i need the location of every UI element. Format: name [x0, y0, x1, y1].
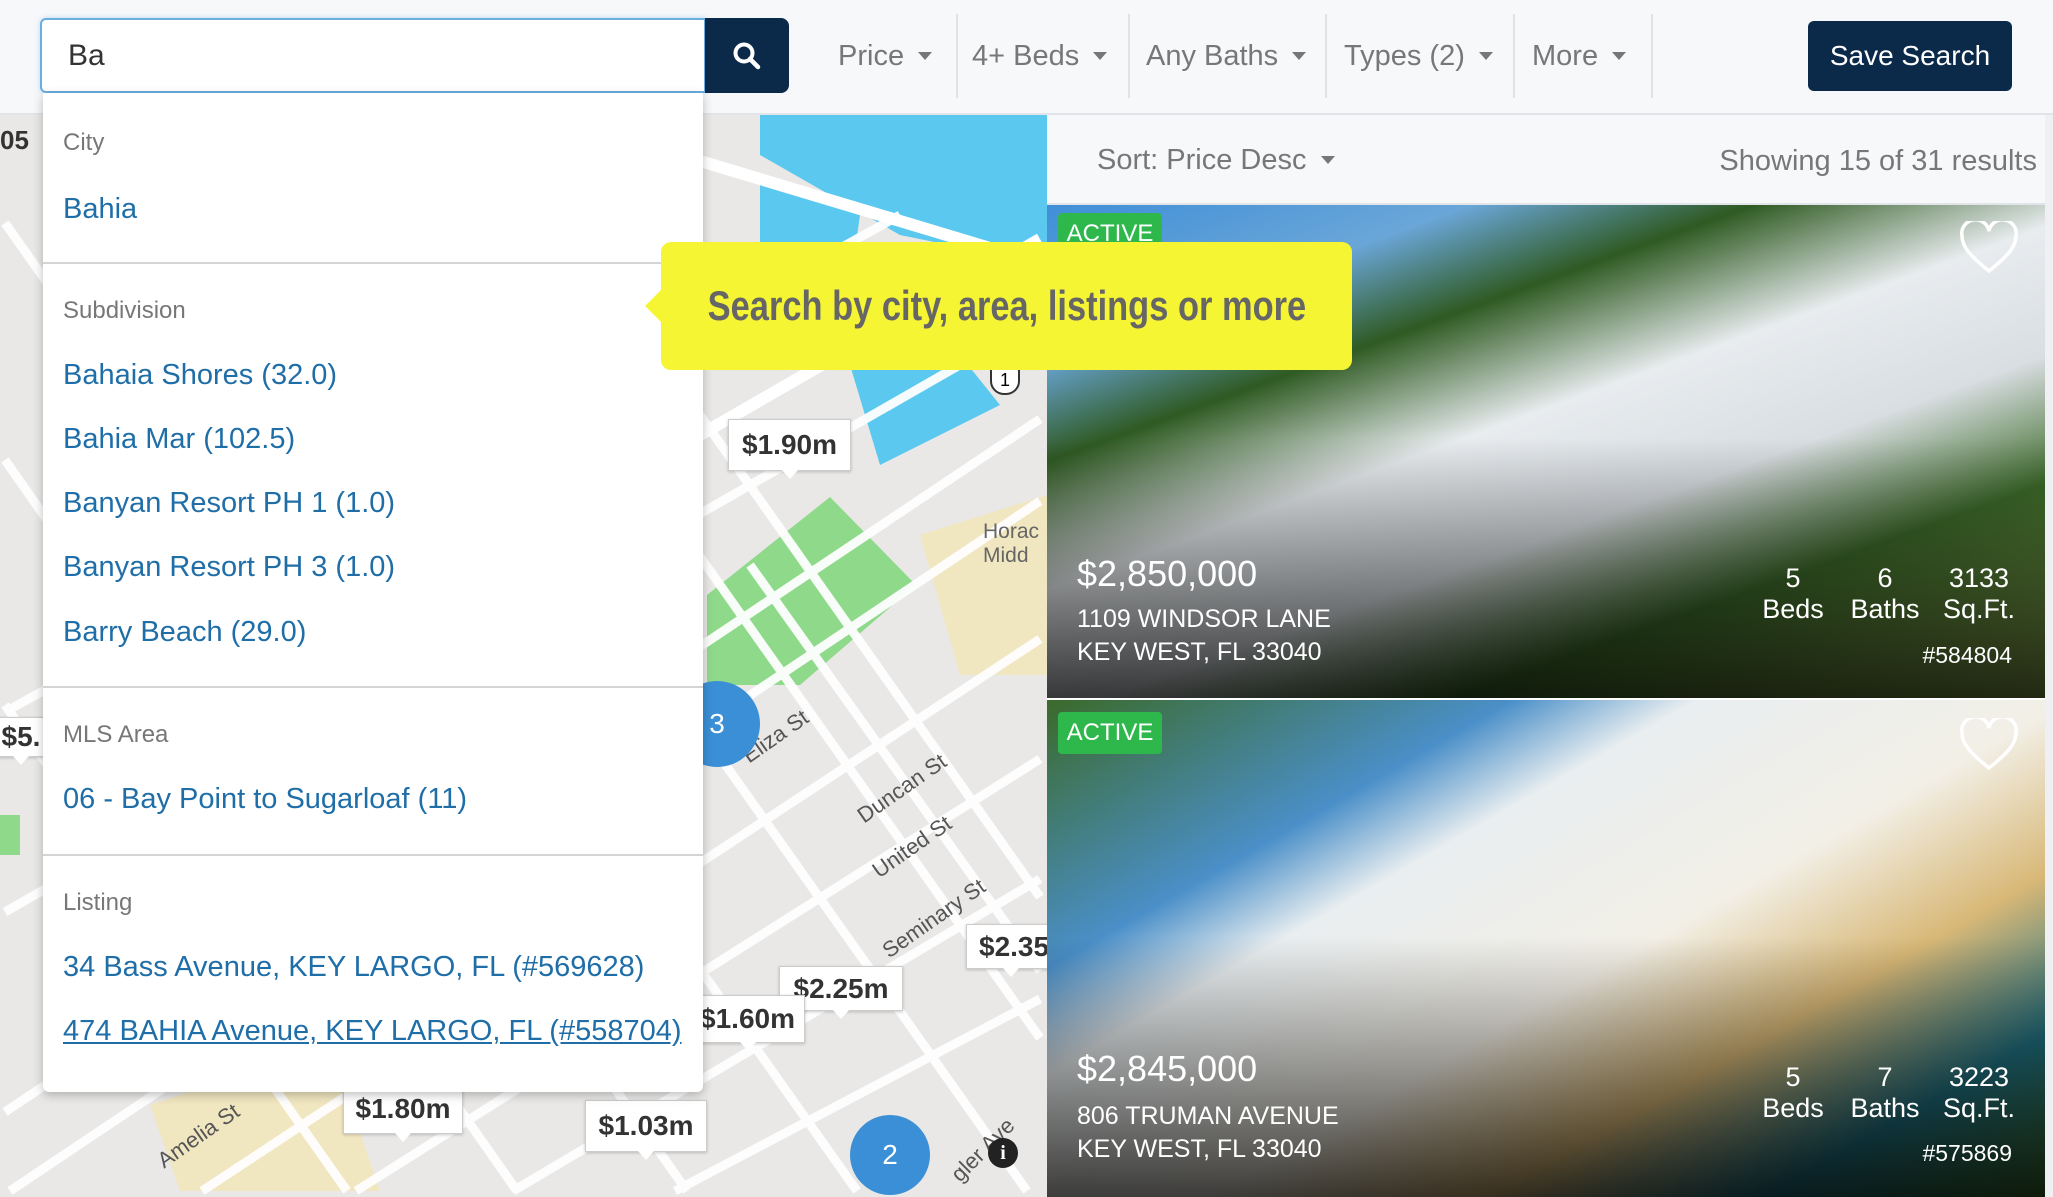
- listing-card[interactable]: ACTIVE $2,845,000 806 TRUMAN AVENUE KEY …: [1047, 700, 2045, 1197]
- listing-price: $2,845,000: [1077, 1048, 1258, 1089]
- sort-dropdown[interactable]: Sort: Price Desc: [1097, 132, 1335, 188]
- suggestion-subdivision[interactable]: Barry Beach (29.0): [63, 616, 306, 649]
- suggestion-listing-hovered[interactable]: 474 BAHIA Avenue, KEY LARGO, FL (#558704…: [63, 1015, 682, 1048]
- baths-label: Baths: [1850, 1093, 1920, 1123]
- section-header-listing: Listing: [63, 889, 133, 916]
- mls-number: #575869: [1922, 1140, 2012, 1166]
- filter-label: Price: [838, 39, 905, 72]
- save-search-button[interactable]: Save Search: [1808, 21, 2012, 91]
- baths-value: 6: [1877, 563, 1893, 593]
- caret-down-icon: [1292, 52, 1307, 60]
- beds-label: Beds: [1762, 594, 1824, 624]
- beds-stat: 5 Beds: [1748, 1062, 1838, 1124]
- listing-city: KEY WEST, FL 33040: [1077, 638, 1322, 666]
- beds-value: 5: [1785, 1062, 1801, 1092]
- suggestion-subdivision[interactable]: Bahia Mar (102.5): [63, 423, 295, 456]
- heart-icon[interactable]: [1959, 221, 2019, 275]
- baths-label: Baths: [1850, 594, 1920, 624]
- search-button[interactable]: [705, 18, 789, 93]
- search-hint-tooltip: Search by city, area, listings or more: [645, 242, 1352, 370]
- mls-number: #584804: [1922, 642, 2012, 668]
- section-header-city: City: [63, 129, 105, 156]
- filter-label: Types (2): [1344, 39, 1465, 72]
- search-suggestions-dropdown: City Bahia Subdivision Bahaia Shores (32…: [43, 93, 703, 1092]
- sqft-stat: 3133 Sq.Ft.: [1934, 563, 2024, 625]
- section-header-mls-area: MLS Area: [63, 721, 169, 748]
- caret-down-icon: [1612, 52, 1627, 60]
- status-badge: ACTIVE: [1058, 712, 1162, 754]
- divider: [1651, 14, 1653, 98]
- filter-label: More: [1532, 39, 1599, 72]
- sqft-stat: 3223 Sq.Ft.: [1934, 1062, 2024, 1124]
- price-marker[interactable]: $1.03m: [585, 1100, 707, 1160]
- section-header-subdivision: Subdivision: [63, 297, 186, 324]
- divider: [956, 14, 958, 98]
- divider: [43, 854, 703, 856]
- sqft-label: Sq.Ft.: [1942, 594, 2016, 624]
- baths-stat: 7 Baths: [1840, 1062, 1930, 1124]
- filter-label: Any Baths: [1146, 39, 1279, 72]
- baths-value: 7: [1877, 1062, 1893, 1092]
- map-label: 05: [0, 125, 29, 155]
- landmark-line: Midd: [983, 544, 1029, 567]
- scrollbar[interactable]: [2045, 115, 2053, 1197]
- sqft-value: 3133: [1948, 563, 2010, 593]
- divider: [1128, 14, 1130, 98]
- suggestion-subdivision[interactable]: Bahaia Shores (32.0): [63, 359, 337, 392]
- cluster-marker[interactable]: 2: [850, 1115, 930, 1195]
- results-count: Showing 15 of 31 results: [1719, 145, 2037, 177]
- divider: [43, 262, 703, 264]
- caret-down-icon: [1478, 52, 1493, 60]
- filter-label: 4+ Beds: [972, 39, 1080, 72]
- map-label-landmark: Horac Midd: [983, 520, 1039, 568]
- search-field[interactable]: [40, 18, 706, 93]
- sqft-value: 3223: [1948, 1062, 2010, 1092]
- suggestion-subdivision[interactable]: Banyan Resort PH 3 (1.0): [63, 551, 395, 584]
- filter-baths[interactable]: Any Baths: [1146, 28, 1307, 84]
- listing-address: 806 TRUMAN AVENUE: [1077, 1102, 1339, 1130]
- beds-stat: 5 Beds: [1748, 563, 1838, 625]
- filter-more[interactable]: More: [1532, 28, 1627, 84]
- divider: [1325, 14, 1327, 98]
- info-icon[interactable]: i: [988, 1138, 1018, 1168]
- tooltip-text: Search by city, area, listings or more: [707, 282, 1306, 329]
- listing-price: $2,850,000: [1077, 553, 1258, 594]
- results-bar: Sort: Price Desc Showing 15 of 31 result…: [1047, 115, 2045, 205]
- filter-beds[interactable]: 4+ Beds: [972, 28, 1108, 84]
- filter-types[interactable]: Types (2): [1344, 28, 1493, 84]
- price-marker[interactable]: $1.90m: [728, 419, 851, 479]
- sqft-label: Sq.Ft.: [1942, 1093, 2016, 1123]
- caret-down-icon: [1320, 156, 1335, 164]
- beds-label: Beds: [1762, 1093, 1824, 1123]
- suggestion-subdivision[interactable]: Banyan Resort PH 1 (1.0): [63, 487, 395, 520]
- price-marker[interactable]: $1.60m: [690, 995, 805, 1051]
- caret-down-icon: [1093, 52, 1108, 60]
- suggestion-mls-area[interactable]: 06 - Bay Point to Sugarloaf (11): [63, 783, 467, 816]
- suggestion-listing[interactable]: 34 Bass Avenue, KEY LARGO, FL (#569628): [63, 951, 644, 984]
- landmark-line: Horac: [983, 520, 1040, 543]
- price-marker[interactable]: $5.: [0, 717, 46, 765]
- suggestion-city[interactable]: Bahia: [63, 193, 137, 226]
- divider: [1513, 14, 1515, 98]
- sort-label: Sort: Price Desc: [1097, 143, 1307, 176]
- heart-icon[interactable]: [1959, 718, 2019, 772]
- baths-stat: 6 Baths: [1840, 563, 1930, 625]
- search-icon: [733, 42, 761, 69]
- beds-value: 5: [1785, 563, 1801, 593]
- divider: [43, 686, 703, 688]
- listing-city: KEY WEST, FL 33040: [1077, 1135, 1322, 1163]
- filter-price[interactable]: Price: [838, 28, 933, 84]
- listing-address: 1109 WINDSOR LANE: [1077, 605, 1331, 633]
- price-marker[interactable]: $2.35: [966, 924, 1047, 977]
- search-input[interactable]: [42, 20, 704, 91]
- caret-down-icon: [918, 52, 933, 60]
